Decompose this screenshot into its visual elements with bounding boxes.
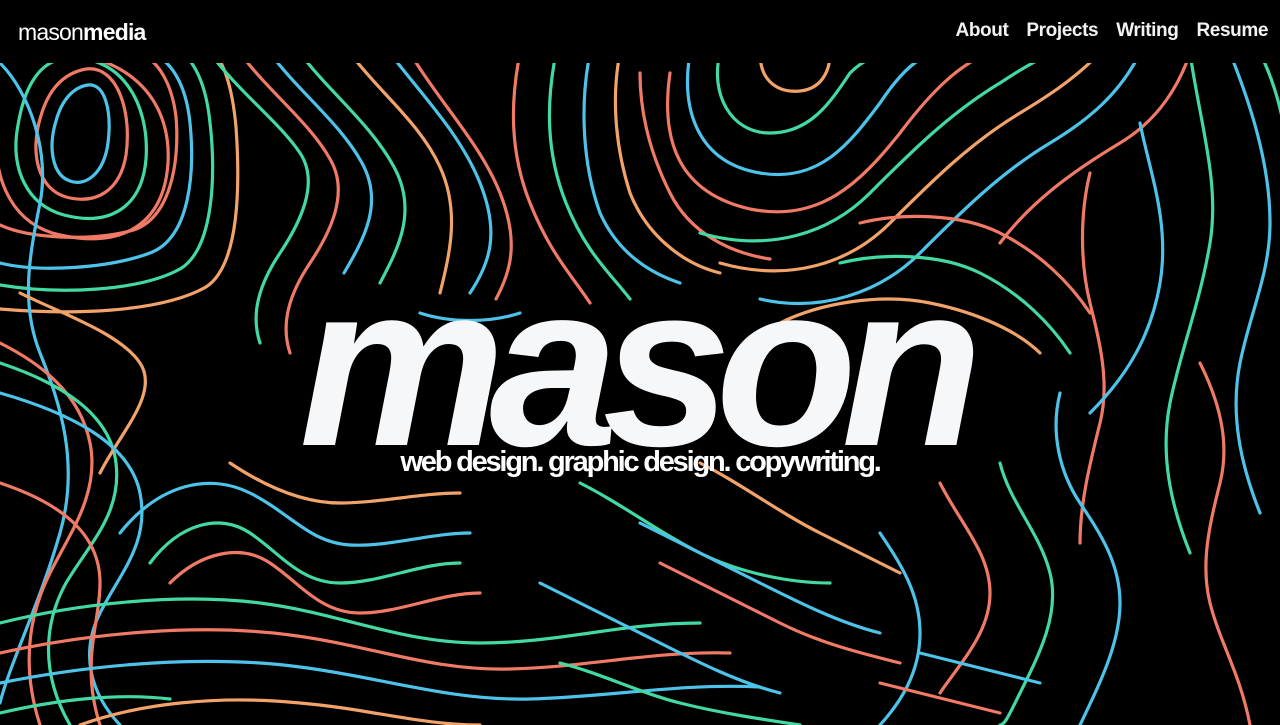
hero-section: mason web design. graphic design. copywr… — [0, 63, 1280, 725]
nav-link-about[interactable]: About — [956, 19, 1009, 43]
contour-line — [878, 681, 1002, 715]
logo-light-text: mason — [18, 19, 84, 45]
contour-line — [1262, 63, 1280, 116]
contour-line — [0, 481, 102, 725]
contour-line — [50, 83, 111, 184]
contour-line — [698, 63, 1037, 243]
contour-line — [638, 71, 772, 261]
nav-link-projects[interactable]: Projects — [1026, 19, 1098, 43]
contour-line — [666, 63, 973, 214]
contour-line — [148, 521, 462, 585]
site-logo[interactable]: masonmedia — [18, 18, 146, 46]
contour-line — [538, 581, 782, 695]
contour-line — [578, 481, 832, 585]
contour-line — [0, 628, 732, 671]
contour-line — [0, 695, 172, 715]
site-header: masonmedia About Projects Writing Resume — [0, 0, 1280, 63]
contour-line — [715, 63, 866, 135]
contour-line — [78, 698, 482, 725]
main-nav: About Projects Writing Resume — [956, 19, 1269, 43]
logo-bold-text: media — [83, 19, 146, 45]
contour-line — [0, 63, 179, 239]
contour-line — [759, 63, 831, 93]
contour-line — [638, 521, 882, 635]
contour-line — [918, 651, 1042, 685]
nav-link-writing[interactable]: Writing — [1116, 19, 1179, 43]
contour-line — [0, 63, 170, 241]
hero-tagline: web design. graphic design. copywriting. — [400, 446, 881, 478]
contour-line — [998, 461, 1055, 725]
contour-line — [878, 531, 922, 725]
nav-link-resume[interactable]: Resume — [1196, 19, 1268, 43]
